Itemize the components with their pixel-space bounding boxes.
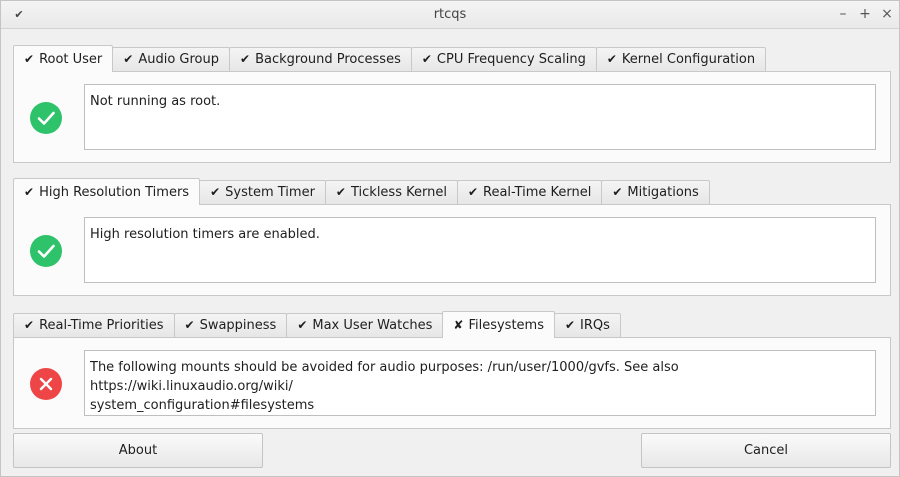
tab-filesystems[interactable]: ✘ Filesystems — [442, 311, 555, 338]
tab-kernel-configuration[interactable]: ✔ Kernel Configuration — [595, 47, 767, 72]
tab-label: System Timer — [225, 185, 315, 200]
check-mark-icon: ✔ — [240, 52, 251, 66]
tab-label: Background Processes — [255, 52, 401, 67]
tab-label: High Resolution Timers — [39, 185, 190, 200]
tab-audio-group[interactable]: ✔ Audio Group — [112, 47, 231, 72]
status-message: High resolution timers are enabled. — [84, 217, 876, 283]
minimize-button[interactable]: – — [835, 6, 851, 22]
tab-root-user[interactable]: ✔ Root User — [13, 45, 114, 72]
success-icon — [30, 235, 62, 267]
tab-label: Real-Time Kernel — [483, 185, 592, 200]
title-bar: ✔ rtcqs – + × — [1, 1, 899, 29]
tab-tickless-kernel[interactable]: ✔ Tickless Kernel — [324, 180, 458, 205]
tab-cpu-frequency-scaling[interactable]: ✔ CPU Frequency Scaling — [410, 47, 597, 72]
tab-label: Real-Time Priorities — [39, 318, 164, 333]
check-mark-icon: ✔ — [24, 52, 35, 66]
tab-swappiness[interactable]: ✔ Swappiness — [173, 313, 288, 338]
status-message: The following mounts should be avoided f… — [84, 350, 876, 416]
tab-high-resolution-timers[interactable]: ✔ High Resolution Timers — [13, 178, 201, 205]
check-mark-icon: ✔ — [297, 318, 308, 332]
check-mark-icon: ✔ — [612, 185, 623, 199]
tab-label: IRQs — [580, 318, 610, 333]
cancel-button[interactable]: Cancel — [641, 433, 891, 468]
check-mark-icon: ✔ — [24, 318, 35, 332]
maximize-button[interactable]: + — [857, 6, 873, 22]
tab-bar: ✔ Real-Time Priorities ✔ Swappiness ✔ Max U… — [13, 311, 621, 338]
tab-mitigations[interactable]: ✔ Mitigations — [601, 180, 710, 205]
tab-system-timer[interactable]: ✔ System Timer — [199, 180, 326, 205]
tab-bar: ✔ Root User ✔ Audio Group ✔ Background Proc… — [13, 45, 767, 72]
error-icon — [30, 368, 62, 400]
status-message: Not running as root. — [84, 84, 876, 150]
check-mark-icon: ✔ — [123, 52, 134, 66]
tab-real-time-priorities[interactable]: ✔ Real-Time Priorities — [13, 313, 175, 338]
app-window: ✔ rtcqs – + × ✔ Root User ✔ Audio Group ✔ B… — [0, 0, 900, 477]
check-mark-icon: ✔ — [24, 185, 35, 199]
tab-label: Mitigations — [627, 185, 699, 200]
cross-mark-icon: ✘ — [453, 318, 464, 332]
tab-bar: ✔ High Resolution Timers ✔ System Timer ✔ T… — [13, 178, 710, 205]
tab-background-processes[interactable]: ✔ Background Processes — [229, 47, 412, 72]
tab-real-time-kernel[interactable]: ✔ Real-Time Kernel — [456, 180, 603, 205]
tab-label: Filesystems — [468, 318, 544, 333]
check-mark-icon: ✔ — [210, 185, 221, 199]
tab-label: CPU Frequency Scaling — [436, 52, 586, 67]
check-mark-icon: ✔ — [564, 318, 576, 332]
tab-label: Root User — [39, 52, 103, 67]
tab-label: Max User Watches — [312, 318, 433, 333]
check-mark-icon: ✔ — [184, 318, 195, 332]
check-mark-icon: ✔ — [421, 52, 432, 66]
about-button[interactable]: About — [13, 433, 263, 468]
close-button[interactable]: × — [879, 6, 895, 22]
window-title: rtcqs — [433, 7, 467, 22]
tab-label: Tickless Kernel — [350, 185, 447, 200]
tab-label: Swappiness — [199, 318, 277, 333]
tab-panel: The following mounts should be avoided f… — [13, 337, 891, 429]
success-icon — [30, 102, 62, 134]
check-mark-icon: ✔ — [335, 185, 346, 199]
tab-label: Kernel Configuration — [621, 52, 756, 67]
check-mark-icon: ✔ — [606, 52, 617, 66]
tab-label: Audio Group — [138, 52, 220, 67]
tab-panel: Not running as root. — [13, 71, 891, 163]
tab-max-user-watches[interactable]: ✔ Max User Watches — [286, 313, 444, 338]
tab-irqs[interactable]: ✔ IRQs — [553, 313, 621, 338]
check-mark-icon: ✔ — [467, 185, 479, 199]
tab-panel: High resolution timers are enabled. — [13, 204, 891, 296]
